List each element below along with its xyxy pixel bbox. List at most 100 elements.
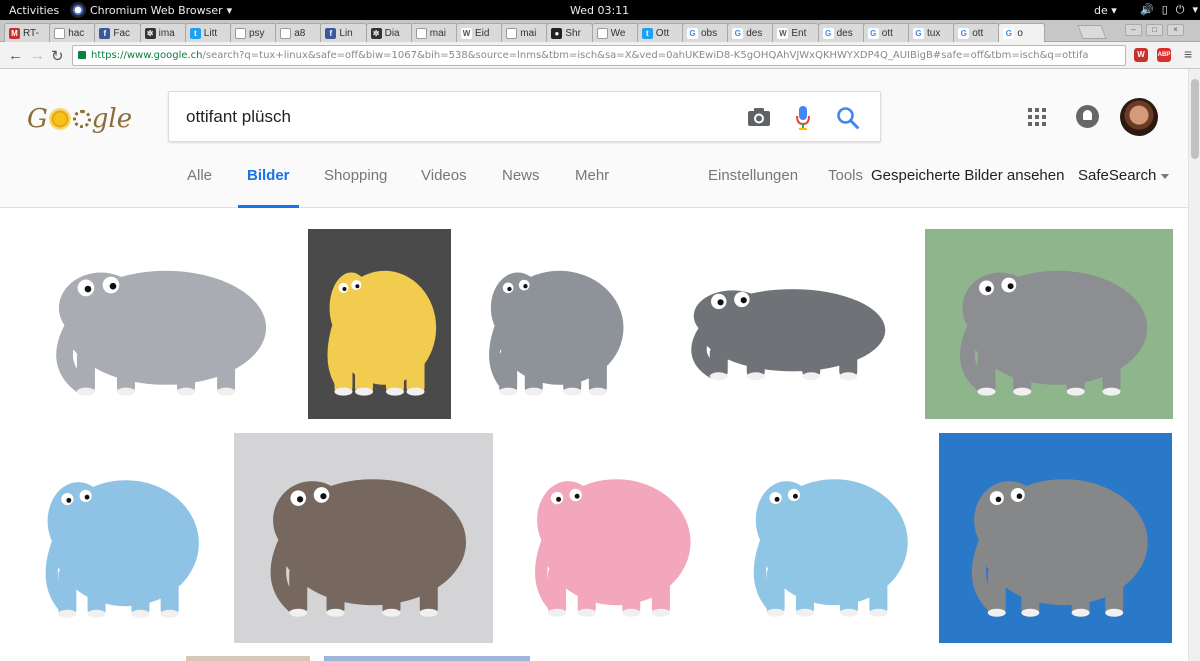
image-result-partial-result-2[interactable]: [324, 656, 530, 661]
adblock-icon[interactable]: ABP: [1157, 48, 1171, 62]
close-icon[interactable]: ×: [1167, 24, 1184, 36]
browser-tab[interactable]: Go: [998, 23, 1046, 42]
image-result-two-grey-ottifants[interactable]: [655, 259, 912, 396]
tab-alle[interactable]: Alle: [187, 167, 212, 208]
google-icon: G: [822, 27, 834, 39]
browser-tab-label: We: [610, 27, 626, 39]
logo-letter-g: G: [27, 104, 48, 134]
app-menu[interactable]: Chromium Web Browser ▾: [70, 2, 232, 18]
browser-tab[interactable]: ● Shr: [546, 23, 594, 42]
minimize-icon[interactable]: –: [1125, 24, 1142, 36]
battery-icon: ▯: [1161, 3, 1168, 16]
plush-elephant-image: [56, 270, 267, 396]
tab-bilder[interactable]: Bilder: [238, 167, 299, 208]
saved-images-link[interactable]: Gespeicherte Bilder ansehen: [871, 167, 1064, 184]
plush-elephant-image: [270, 479, 467, 617]
page-scrollbar[interactable]: [1188, 69, 1200, 661]
extension-icon[interactable]: W: [1134, 48, 1148, 62]
github-icon: ●: [551, 27, 563, 39]
activities-button[interactable]: Activities: [9, 4, 59, 17]
wikipedia-icon: W: [461, 27, 472, 39]
browser-tab-label: o: [1017, 27, 1023, 39]
scrollbar-thumb[interactable]: [1191, 79, 1199, 159]
image-result-brown-ottifant[interactable]: [234, 433, 493, 643]
forward-icon[interactable]: →: [30, 47, 45, 64]
browser-tab[interactable]: W Eid: [456, 23, 503, 42]
app-icon: ✲: [370, 27, 382, 39]
browser-tab-label: Ott: [655, 27, 670, 39]
new-tab-button[interactable]: [1077, 25, 1107, 39]
maximize-icon[interactable]: □: [1146, 24, 1163, 36]
browser-tab[interactable]: mai: [410, 23, 458, 42]
tools-link[interactable]: Tools: [828, 167, 863, 184]
image-result-blue-ottifant[interactable]: [725, 433, 929, 643]
browser-tab[interactable]: Gdes: [817, 23, 865, 42]
address-bar[interactable]: https://www.google.ch/search?q=tux+linux…: [72, 45, 1126, 66]
reload-icon[interactable]: ↻: [51, 47, 64, 65]
twitter-icon: t: [641, 27, 653, 39]
google-icon: G: [913, 27, 924, 39]
clock[interactable]: Wed 03:11: [570, 4, 629, 17]
tab-videos[interactable]: Videos: [421, 167, 467, 208]
browser-tab-label: des: [836, 27, 853, 39]
google-icon: G: [1003, 27, 1015, 39]
web-page: G gle ottifant plüsch Alle Bilder Shoppi…: [0, 69, 1200, 661]
chevron-down-icon: ▾: [226, 3, 233, 17]
volume-icon: 🔊: [1140, 3, 1154, 16]
browser-tab[interactable]: f Lin: [320, 23, 368, 42]
page-icon: [280, 27, 292, 39]
chevron-down-icon: [1161, 173, 1170, 179]
browser-tab[interactable]: ✲ ima: [139, 23, 187, 42]
chevron-down-icon: ▾: [1192, 3, 1198, 16]
microphone-icon[interactable]: [795, 105, 811, 131]
image-result-grey-ottifant-with-hat[interactable]: [17, 229, 295, 419]
browser-tab[interactable]: t Litt: [184, 23, 232, 42]
page-icon: [506, 27, 518, 39]
browser-tab[interactable]: t Ott: [636, 23, 684, 42]
browser-tab-label: Litt: [203, 27, 218, 39]
google-doodle-logo[interactable]: G gle: [27, 99, 142, 139]
plush-elephant-image: [327, 270, 437, 396]
settings-link[interactable]: Einstellungen: [708, 167, 798, 184]
facebook-icon: f: [99, 27, 111, 39]
image-result-man-holding-ottifant[interactable]: [464, 229, 642, 419]
browser-tab[interactable]: W Ent: [772, 23, 820, 42]
browser-tab[interactable]: psy: [230, 23, 277, 42]
browser-tab[interactable]: Gott: [953, 23, 1001, 42]
notifications-icon[interactable]: [1076, 105, 1099, 128]
browser-tab[interactable]: f Fac: [94, 23, 142, 42]
back-icon[interactable]: ←: [8, 47, 23, 64]
browser-tab[interactable]: ✲ Dia: [365, 23, 413, 42]
browser-toolbar: ← → ↻ https://www.google.ch/search?q=tux…: [0, 42, 1200, 69]
keyboard-layout-indicator[interactable]: de ▾: [1094, 4, 1117, 17]
browser-tab[interactable]: M RT-: [4, 23, 51, 42]
image-result-pink-ottifant[interactable]: [506, 433, 712, 643]
browser-tab[interactable]: Gobs: [682, 23, 729, 42]
image-result-partial-result-1[interactable]: [186, 656, 310, 661]
url-host: https://www.google.ch: [91, 50, 203, 61]
search-icon[interactable]: [836, 106, 860, 130]
camera-icon[interactable]: [747, 107, 771, 127]
safesearch-dropdown[interactable]: SafeSearch: [1078, 167, 1170, 184]
image-result-grey-ottifant-green-bg[interactable]: [925, 229, 1173, 419]
tab-shopping[interactable]: Shopping: [324, 167, 387, 208]
search-input[interactable]: [186, 106, 726, 128]
browser-menu-icon[interactable]: ≡: [1184, 46, 1192, 62]
browser-tab-label: mai: [429, 27, 446, 39]
browser-tab[interactable]: Gott: [862, 23, 910, 42]
browser-tab[interactable]: We: [591, 23, 639, 42]
image-result-yellow-ottifant[interactable]: [308, 229, 451, 419]
browser-tab[interactable]: Gdes: [727, 23, 775, 42]
browser-tab[interactable]: a8: [275, 23, 323, 42]
tab-mehr[interactable]: Mehr: [575, 167, 609, 208]
avatar[interactable]: [1120, 98, 1158, 136]
tab-news[interactable]: News: [502, 167, 540, 208]
apps-grid-icon[interactable]: [1028, 108, 1046, 126]
image-result-three-ottifants[interactable]: [17, 434, 220, 644]
image-result-grey-ottifant-blue-bg[interactable]: [939, 433, 1172, 643]
browser-tab[interactable]: mai: [501, 23, 549, 42]
system-menu[interactable]: 🔊 ▯ ⏻ ▾: [1140, 3, 1198, 17]
browser-tab-label: RT-: [23, 27, 39, 39]
browser-tab[interactable]: Gtux: [908, 23, 955, 42]
browser-tab[interactable]: hac: [49, 23, 97, 42]
